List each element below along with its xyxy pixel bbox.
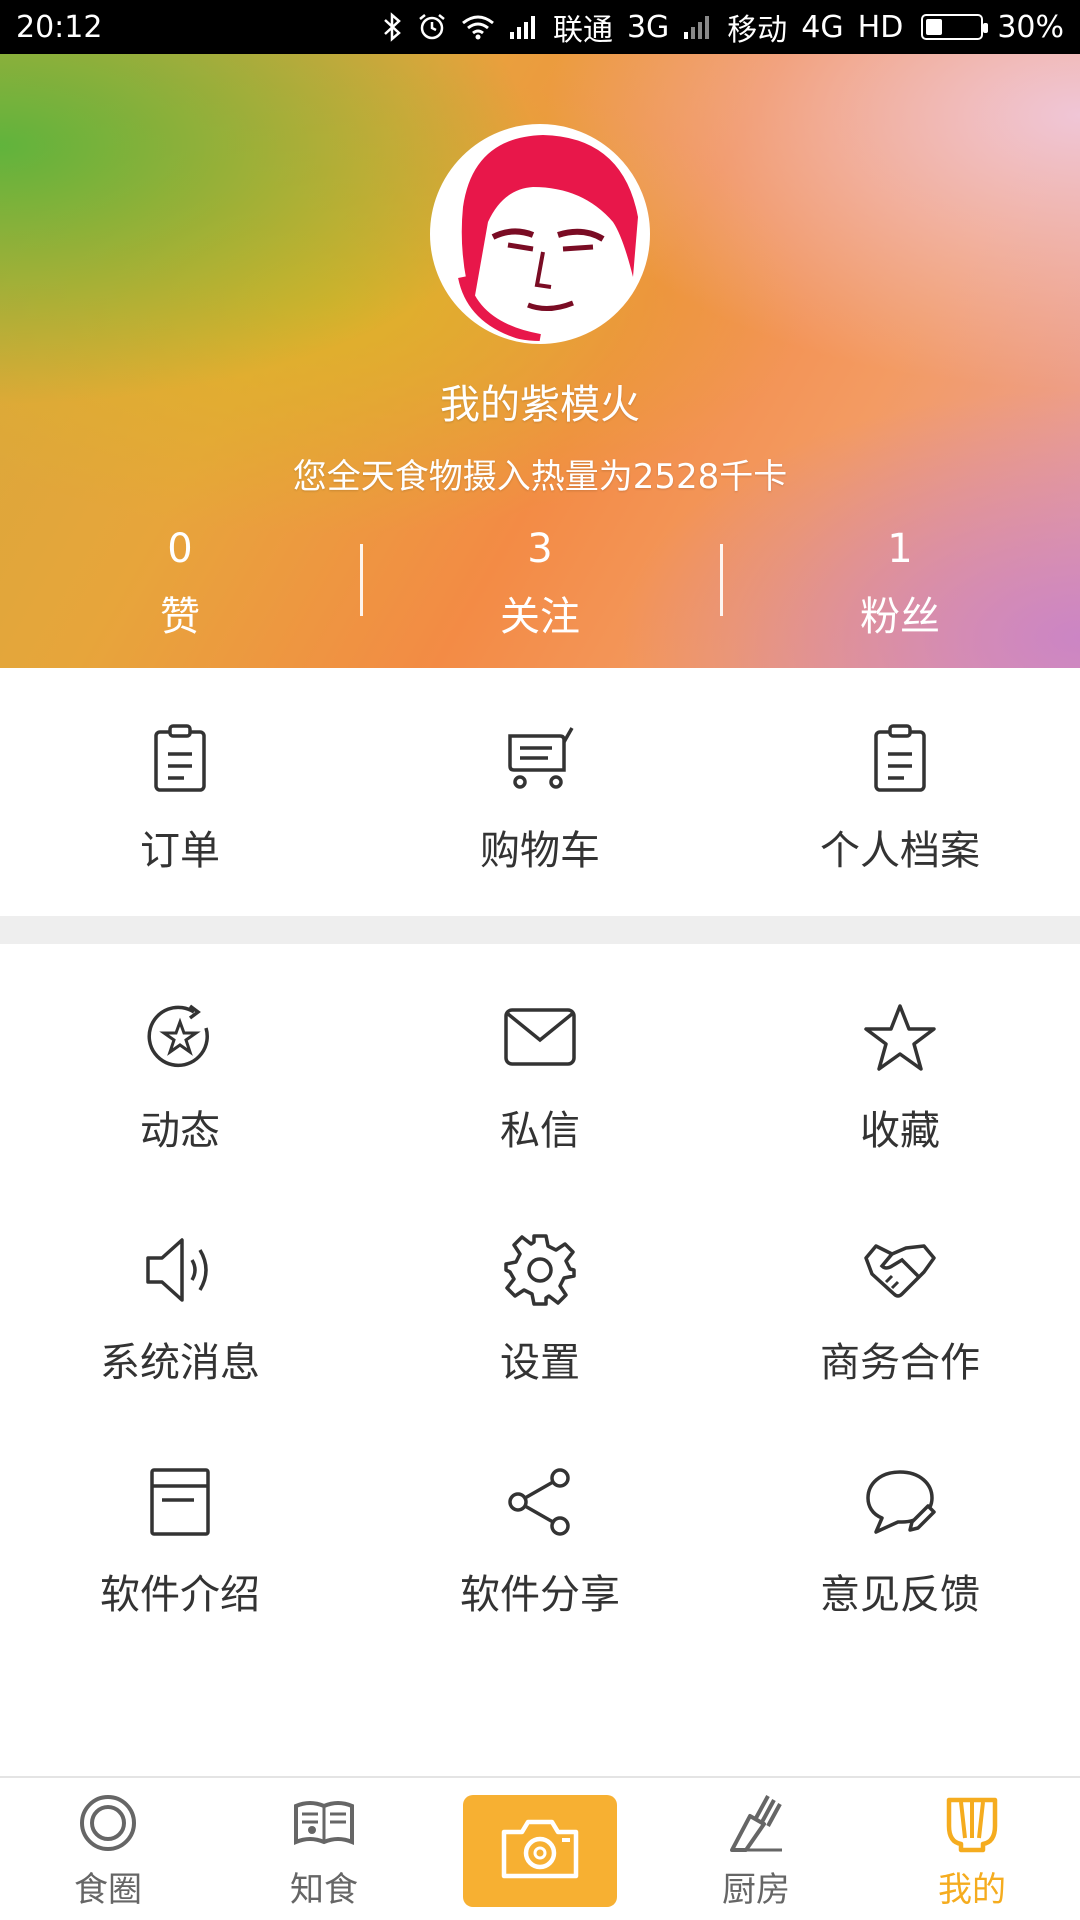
menu-label: 动态 [140,1108,220,1154]
menu-share[interactable]: 软件分享 [360,1408,720,1640]
bluetooth-icon [381,12,403,42]
menu-feedback[interactable]: 意见反馈 [720,1408,1080,1640]
circle-icon [73,1788,143,1858]
menu-cart[interactable]: 购物车 [360,668,720,916]
cart-icon [500,718,580,798]
wifi-icon [461,13,495,41]
stat-label: 关注 [500,594,580,640]
menu-profile-record[interactable]: 个人档案 [720,668,1080,916]
camera-button[interactable] [463,1795,617,1907]
stat-value: 0 [167,526,193,572]
nav-food-circle[interactable]: 食圈 [0,1778,216,1920]
network-2: 4G [801,9,844,45]
alarm-icon [417,12,447,42]
nav-label: 我的 [938,1869,1006,1910]
knife-icon [721,1788,791,1858]
bottom-nav: 食圈 知食 厨房 我的 [0,1776,1080,1920]
share-icon [500,1462,580,1542]
refresh-star-icon [140,998,220,1078]
menu-label: 收藏 [860,1108,940,1154]
nav-mine[interactable]: 我的 [864,1778,1080,1920]
menu-about[interactable]: 软件介绍 [0,1408,360,1640]
hd-indicator: HD [857,9,904,45]
stat-label: 粉丝 [860,594,940,640]
feature-grid: 动态 私信 收藏 系统消息 设置 商务合作 软件介绍 软件分享 意见反馈 [0,944,1080,1640]
menu-activity[interactable]: 动态 [0,944,360,1176]
nav-label: 知食 [290,1869,358,1910]
menu-label: 订单 [140,828,220,874]
book-icon [289,1788,359,1858]
document-icon [140,1462,220,1542]
clipboard-icon [140,718,220,798]
menu-label: 购物车 [480,828,600,874]
menu-business[interactable]: 商务合作 [720,1176,1080,1408]
menu-label: 个人档案 [820,828,980,874]
username: 我的紫模火 [440,382,640,428]
profile-header: 我的紫模火 您全天食物摄入热量为2528千卡 0 赞 3 关注 1 粉丝 [0,54,1080,668]
menu-label: 设置 [500,1340,580,1386]
nav-camera[interactable] [432,1778,648,1920]
section-divider [0,916,1080,944]
menu-settings[interactable]: 设置 [360,1176,720,1408]
nav-label: 厨房 [722,1869,790,1910]
stat-likes[interactable]: 0 赞 [0,524,360,640]
network-1: 3G [626,9,670,45]
speaker-icon [140,1230,220,1310]
menu-label: 商务合作 [820,1340,980,1386]
status-bar: 20:12 联通 3G 移动 4G HD 30% [0,0,1080,54]
stat-divider [720,544,723,616]
signal-icon [683,14,713,40]
stat-following[interactable]: 3 关注 [360,524,720,640]
menu-orders[interactable]: 订单 [0,668,360,916]
stat-divider [360,544,363,616]
chef-hat-icon [937,1788,1007,1858]
menu-messages[interactable]: 私信 [360,944,720,1176]
menu-favorites[interactable]: 收藏 [720,944,1080,1176]
mail-icon [500,998,580,1078]
battery-icon [921,14,989,40]
nav-knowledge[interactable]: 知食 [216,1778,432,1920]
feedback-icon [860,1462,940,1542]
carrier-2: 移动 [727,13,788,48]
clipboard-icon [860,718,940,798]
handshake-icon [860,1230,940,1310]
stat-followers[interactable]: 1 粉丝 [720,524,1080,640]
menu-label: 意见反馈 [820,1572,980,1618]
menu-label: 软件介绍 [100,1572,260,1618]
nav-label: 食圈 [74,1869,142,1910]
battery-percent: 30% [997,9,1064,45]
carrier-1: 联通 [552,13,613,48]
nav-kitchen[interactable]: 厨房 [648,1778,864,1920]
star-icon [860,998,940,1078]
menu-system-messages[interactable]: 系统消息 [0,1176,360,1408]
stat-value: 3 [527,526,553,572]
stat-value: 1 [887,526,913,572]
menu-label: 系统消息 [100,1340,260,1386]
avatar[interactable] [430,124,650,344]
menu-label: 软件分享 [460,1572,620,1618]
calorie-summary: 您全天食物摄入热量为2528千卡 [292,457,788,497]
signal-icon [509,14,539,40]
camera-icon [498,1816,582,1886]
top-menu: 订单 购物车 个人档案 [0,668,1080,916]
menu-label: 私信 [500,1108,580,1154]
stat-label: 赞 [160,594,200,640]
profile-stats: 0 赞 3 关注 1 粉丝 [0,524,1080,640]
status-time: 20:12 [16,9,103,45]
gear-icon [500,1230,580,1310]
